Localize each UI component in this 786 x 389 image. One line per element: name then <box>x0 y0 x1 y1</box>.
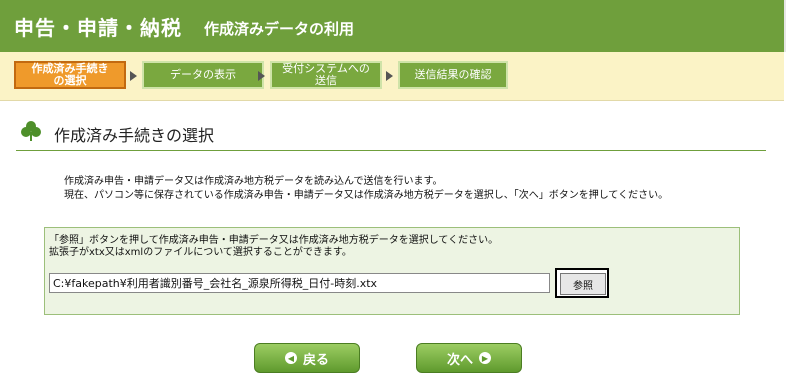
next-button[interactable]: 次へ ▶ <box>416 343 522 373</box>
step-display-data: データの表示 <box>142 61 264 89</box>
next-arrow-icon: ▶ <box>479 352 491 364</box>
clover-icon <box>21 121 41 141</box>
step-progress-bar: 作成済み手続き の選択 データの表示 受付システムへの 送信 送信結果の確認 <box>0 52 784 101</box>
section-header: 作成済み手続きの選択 <box>16 116 766 151</box>
step-send-to-reception: 受付システムへの 送信 <box>270 61 382 89</box>
description-line-1: 作成済み申告・申請データ又は作成済み地方税データを読み込んで送信を行います。 <box>64 176 443 187</box>
file-path-input[interactable] <box>49 273 550 293</box>
page-title: 作成済みデータの利用 <box>204 20 355 38</box>
file-note-2: 拡張子がxtx又はxmlのファイルについて選択することができます。 <box>49 247 352 258</box>
section-title: 作成済み手続きの選択 <box>54 126 215 145</box>
back-button-label: 戻る <box>302 352 329 368</box>
step-arrow-icon <box>258 71 265 81</box>
step-label: データの表示 <box>170 68 236 81</box>
step-select-procedure: 作成済み手続き の選択 <box>14 61 126 89</box>
description-line-2: 現在、パソコン等に保存されている作成済み申告・申請データ又は作成済み地方税データ… <box>64 190 669 201</box>
step-arrow-icon <box>386 71 393 81</box>
step-label: 受付システムへの 送信 <box>282 62 370 87</box>
app-title: 申告・申請・納税 <box>14 16 182 40</box>
step-label: 作成済み手続き の選択 <box>31 62 109 87</box>
file-select-panel: 「参照」ボタンを押して作成済み申告・申請データ又は作成済み地方税データを選択して… <box>44 227 740 315</box>
browse-button[interactable]: 参照 <box>555 268 609 298</box>
back-arrow-icon: ◀ <box>284 352 297 364</box>
next-button-label: 次へ <box>446 352 473 368</box>
browse-button-label: 参照 <box>560 273 606 295</box>
step-arrow-icon <box>130 71 137 81</box>
step-label: 送信結果の確認 <box>414 68 492 81</box>
app-header: 申告・申請・納税 作成済みデータの利用 <box>0 0 786 52</box>
back-button[interactable]: ◀ 戻る <box>254 343 360 373</box>
step-confirm-result: 送信結果の確認 <box>398 61 508 89</box>
